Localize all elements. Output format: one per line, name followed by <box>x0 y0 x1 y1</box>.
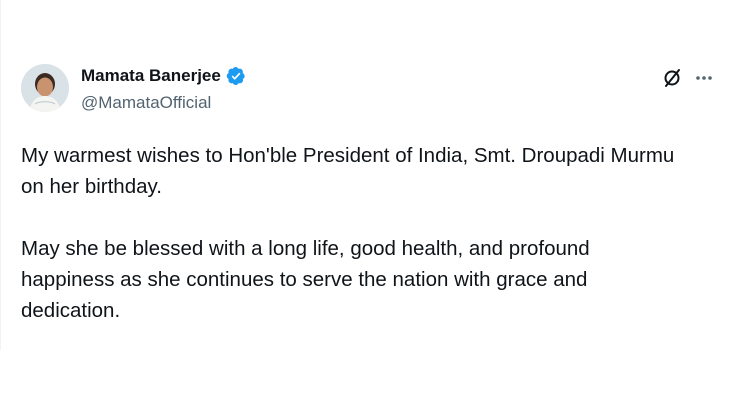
tweet-card: Mamata Banerjee @MamataOfficial My warme… <box>0 0 730 350</box>
avatar-photo <box>21 64 69 112</box>
author-display-name[interactable]: Mamata Banerjee <box>81 66 221 86</box>
author-handle[interactable]: @MamataOfficial <box>81 93 211 113</box>
tweet-text: My warmest wishes to Hon'ble President o… <box>21 140 711 326</box>
author-avatar[interactable] <box>21 64 69 112</box>
author-name-row: Mamata Banerjee <box>81 66 246 86</box>
more-options-icon[interactable] <box>694 70 714 86</box>
grok-icon[interactable] <box>661 67 683 89</box>
verified-badge-icon <box>226 66 246 86</box>
tweet-paragraph-1: My warmest wishes to Hon'ble President o… <box>21 144 675 198</box>
tweet-paragraph-2: May she be blessed with a long life, goo… <box>21 237 590 322</box>
